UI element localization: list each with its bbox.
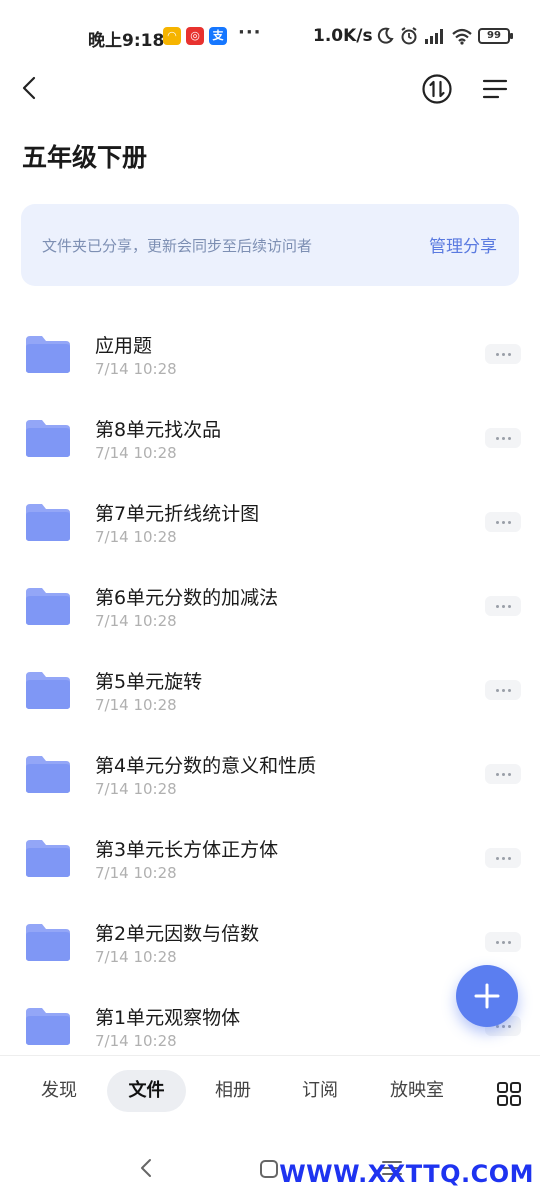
- list-item[interactable]: 第6单元分数的加减法 7/14 10:28: [0, 570, 540, 654]
- status-time: 晚上9:18: [88, 31, 165, 51]
- list-item[interactable]: 第3单元长方体正方体 7/14 10:28: [0, 822, 540, 906]
- file-list: 应用题 7/14 10:28 第8单元找次品 7/14 10:28 第7单元折线…: [0, 318, 540, 1056]
- netease-music-icon: ◎: [186, 27, 204, 45]
- file-name: 第7单元折线统计图: [95, 503, 260, 525]
- folder-icon: [26, 336, 70, 373]
- folder-icon: [26, 1008, 70, 1045]
- folder-icon: [26, 924, 70, 961]
- status-bar: 晚上9:18 ◠ ◎ 支 ··· 1.0K/s 99: [0, 0, 540, 72]
- more-notifications-icon: ···: [238, 22, 262, 43]
- file-date: 7/14 10:28: [95, 444, 177, 462]
- file-name: 第2单元因数与倍数: [95, 923, 260, 945]
- bottom-tab-bar: 发现 文件 相册 订阅 放映室: [0, 1055, 540, 1123]
- list-item[interactable]: 第5单元旋转 7/14 10:28: [0, 654, 540, 738]
- tab-screening-room[interactable]: 放映室: [378, 1070, 456, 1112]
- list-menu-icon: [482, 79, 508, 99]
- more-options-button[interactable]: [485, 344, 521, 364]
- more-options-button[interactable]: [485, 848, 521, 868]
- notification-app-icon: ◠: [163, 27, 181, 45]
- sort-icon: [422, 74, 452, 104]
- menu-button[interactable]: [478, 72, 512, 106]
- file-name: 第5单元旋转: [95, 671, 203, 693]
- folder-icon: [26, 504, 70, 541]
- folder-icon: [26, 588, 70, 625]
- list-item[interactable]: 第8单元找次品 7/14 10:28: [0, 402, 540, 486]
- tab-discover[interactable]: 发现: [24, 1070, 94, 1112]
- list-item[interactable]: 第2单元因数与倍数 7/14 10:28: [0, 906, 540, 990]
- plus-icon: [474, 983, 500, 1009]
- grid-apps-icon[interactable]: [496, 1081, 522, 1107]
- sort-button[interactable]: [420, 72, 454, 106]
- file-name: 第6单元分数的加减法: [95, 587, 279, 609]
- share-banner: 文件夹已分享，更新会同步至后续访问者 管理分享: [21, 204, 519, 286]
- file-name: 第3单元长方体正方体: [95, 839, 279, 861]
- file-name: 第1单元观察物体: [95, 1007, 241, 1029]
- folder-icon: [26, 672, 70, 709]
- network-speed: 1.0K/s: [313, 26, 373, 46]
- tab-subscribe[interactable]: 订阅: [285, 1070, 355, 1112]
- tab-album[interactable]: 相册: [198, 1070, 268, 1112]
- page-title: 五年级下册: [22, 143, 148, 172]
- file-name: 第8单元找次品: [95, 419, 222, 441]
- tab-files[interactable]: 文件: [107, 1070, 186, 1112]
- system-home-icon[interactable]: [259, 1159, 279, 1179]
- folder-icon: [26, 840, 70, 877]
- more-options-button[interactable]: [485, 596, 521, 616]
- file-date: 7/14 10:28: [95, 528, 177, 546]
- alipay-icon: 支: [209, 27, 227, 45]
- list-item[interactable]: 第4单元分数的意义和性质 7/14 10:28: [0, 738, 540, 822]
- more-options-button[interactable]: [485, 932, 521, 952]
- chevron-left-icon: [22, 76, 36, 100]
- back-button[interactable]: [14, 72, 46, 104]
- battery-icon: 99: [478, 28, 513, 44]
- file-name: 第4单元分数的意义和性质: [95, 755, 317, 777]
- file-date: 7/14 10:28: [95, 696, 177, 714]
- file-name: 应用题: [95, 335, 153, 357]
- more-options-button[interactable]: [485, 680, 521, 700]
- more-options-button[interactable]: [485, 428, 521, 448]
- file-date: 7/14 10:28: [95, 780, 177, 798]
- file-date: 7/14 10:28: [95, 1032, 177, 1050]
- file-date: 7/14 10:28: [95, 864, 177, 882]
- more-options-button[interactable]: [485, 764, 521, 784]
- file-date: 7/14 10:28: [95, 612, 177, 630]
- top-bar: [0, 64, 540, 114]
- list-item[interactable]: 第7单元折线统计图 7/14 10:28: [0, 486, 540, 570]
- share-notice-text: 文件夹已分享，更新会同步至后续访问者: [42, 237, 313, 255]
- folder-icon: [26, 420, 70, 457]
- file-date: 7/14 10:28: [95, 360, 177, 378]
- folder-icon: [26, 756, 70, 793]
- signal-icon: [425, 29, 443, 44]
- add-button[interactable]: [456, 965, 518, 1027]
- manage-share-link[interactable]: 管理分享: [429, 232, 497, 257]
- file-date: 7/14 10:28: [95, 948, 177, 966]
- moon-icon: [377, 27, 394, 44]
- system-back-icon[interactable]: [138, 1158, 154, 1178]
- more-options-button[interactable]: [485, 512, 521, 532]
- watermark: WWW.XXTTQ.COM: [279, 1160, 534, 1188]
- alarm-icon: [401, 27, 417, 45]
- wifi-icon: [452, 28, 472, 45]
- list-item[interactable]: 应用题 7/14 10:28: [0, 318, 540, 402]
